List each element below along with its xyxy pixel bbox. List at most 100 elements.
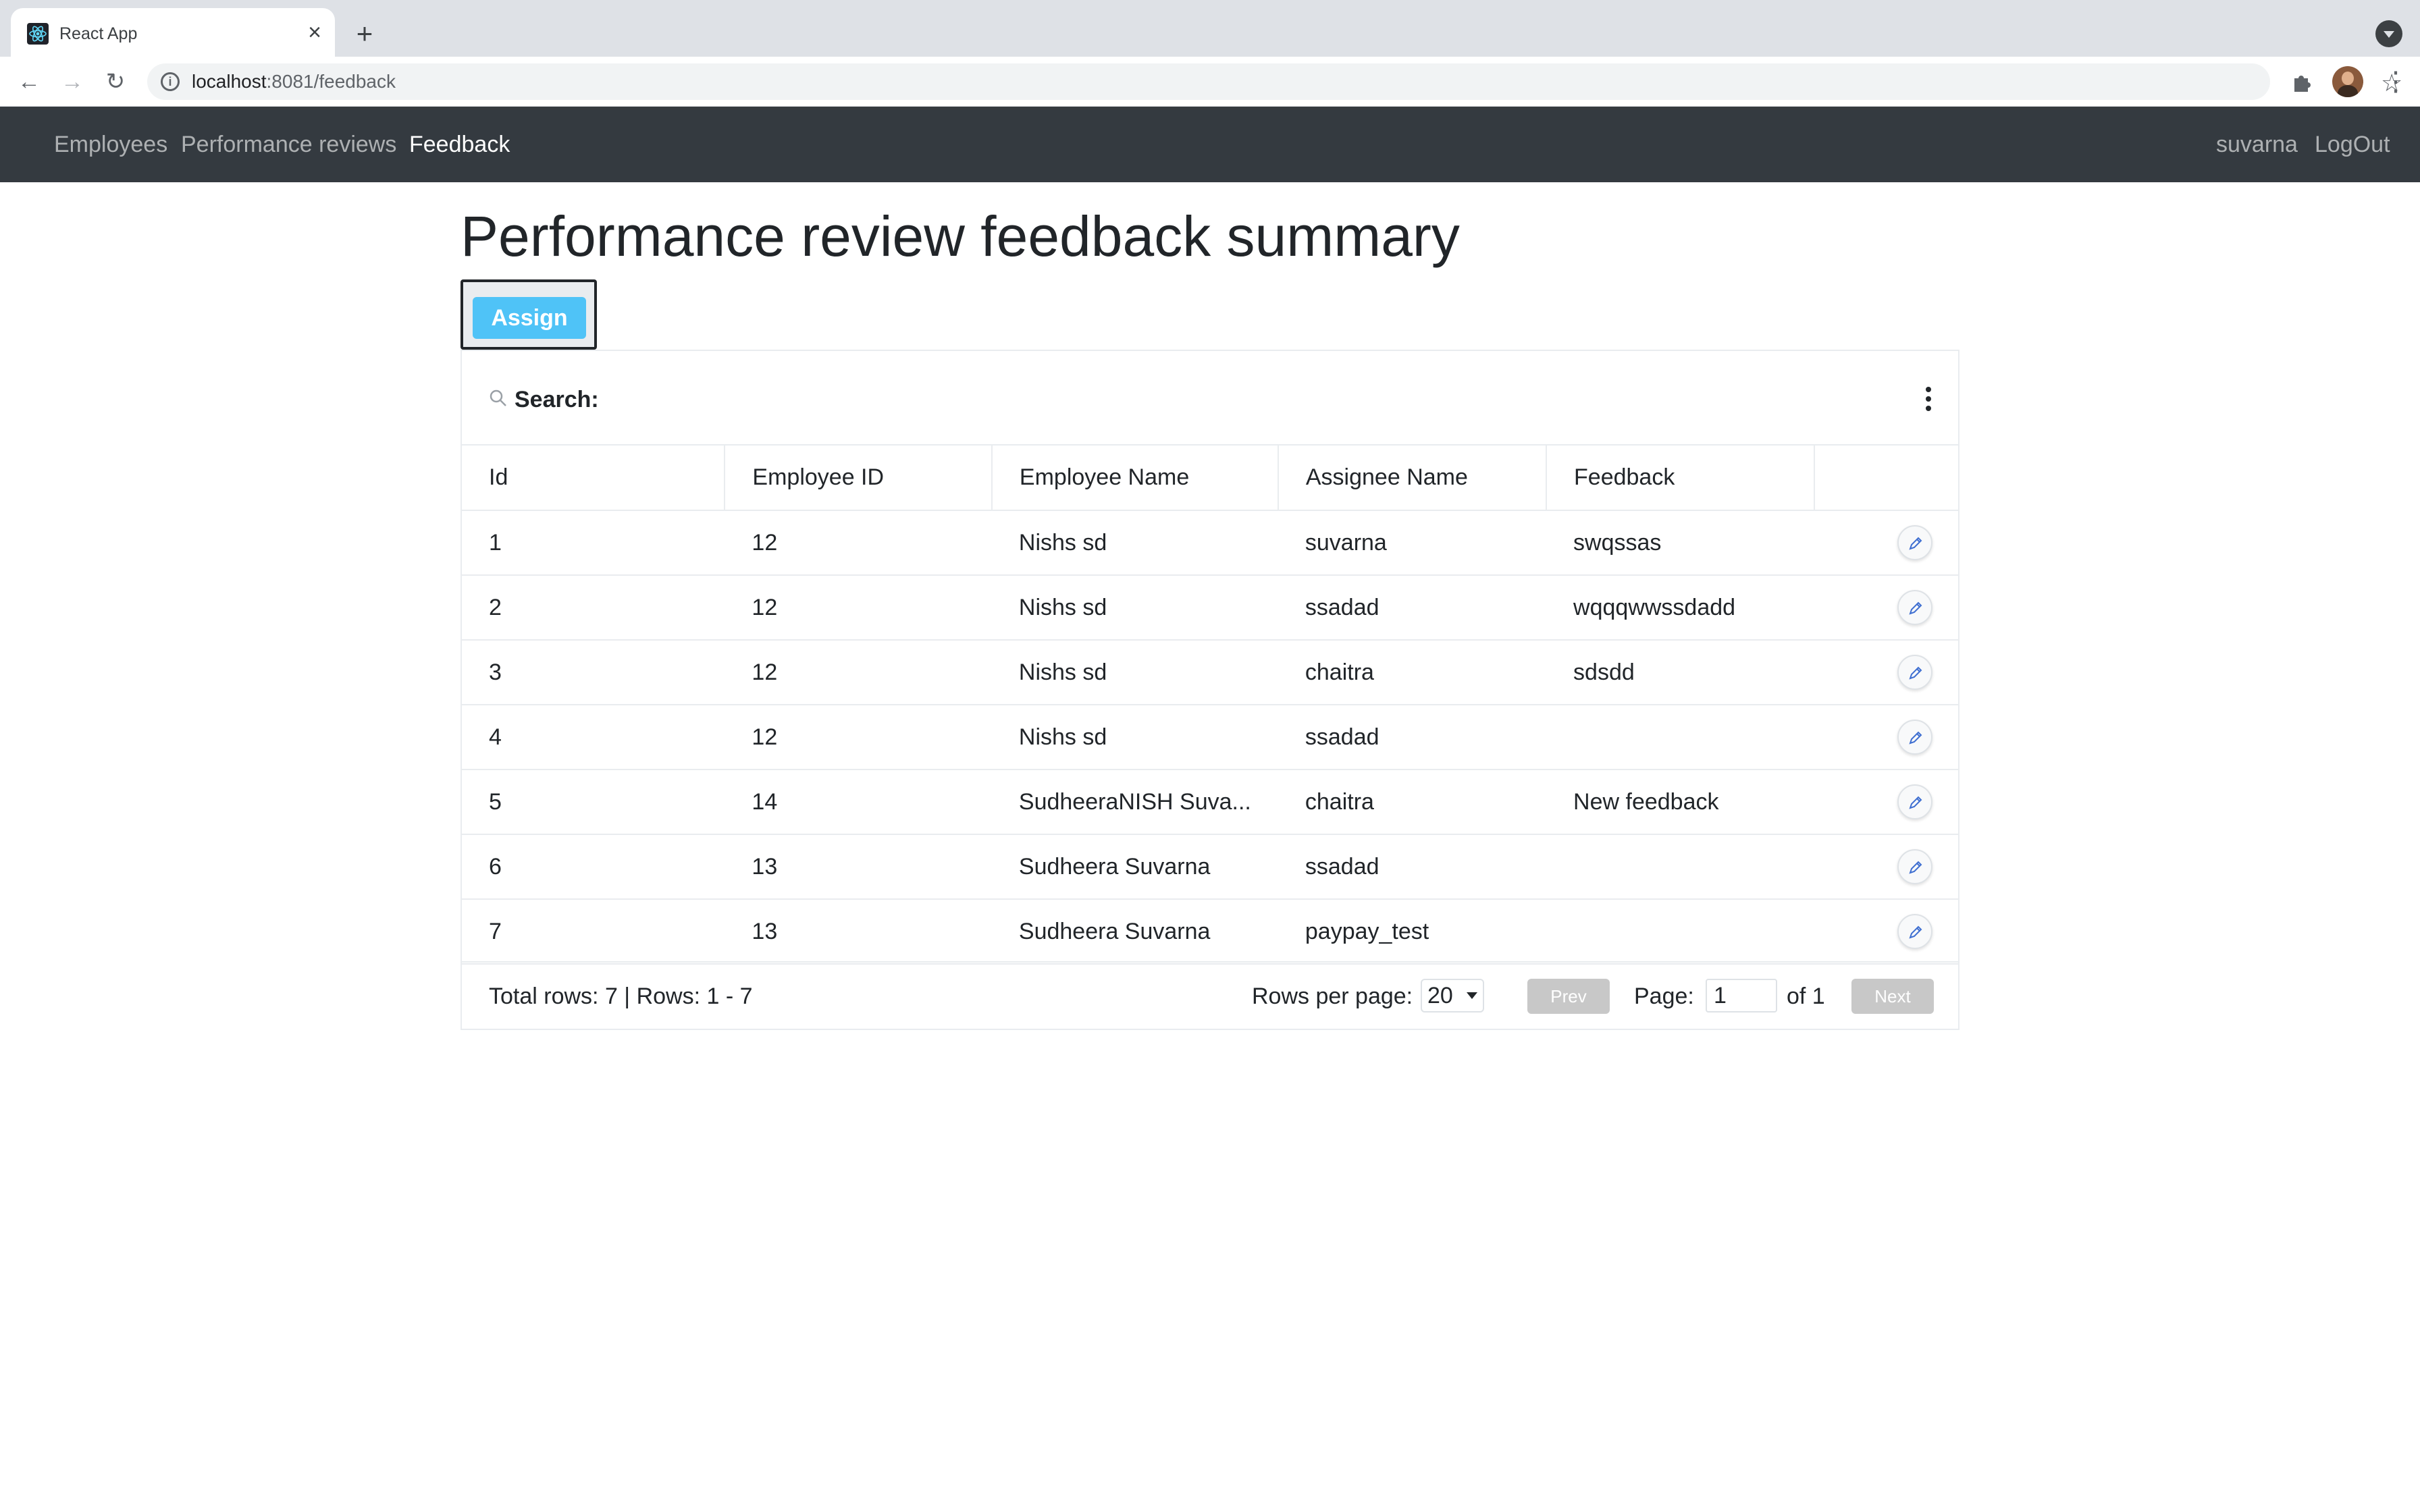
pencil-icon	[1909, 666, 1922, 680]
browser-toolbar: ← → ↻ i localhost:8081/feedback ☆ ⋮	[0, 57, 2420, 107]
edit-button[interactable]	[1897, 590, 1932, 625]
rows-per-page-select[interactable]: 20	[1421, 979, 1484, 1013]
cell-id: 5	[462, 770, 725, 835]
react-logo-icon	[27, 23, 49, 45]
reload-icon[interactable]: ↻	[100, 66, 131, 97]
pencil-icon	[1909, 601, 1922, 615]
page-count-text: of 1	[1787, 983, 1825, 1009]
cell-id: 4	[462, 705, 725, 770]
table-row: 7 13 Sudheera Suvarna paypay_test	[462, 899, 1958, 965]
new-tab-icon[interactable]: +	[348, 19, 381, 49]
url-text: localhost:8081/feedback	[192, 71, 396, 92]
table-row: 2 12 Nishs sd ssadad wqqqwwssdadd	[462, 575, 1958, 641]
pencil-icon	[1909, 925, 1922, 939]
cell-assignee-name: ssadad	[1278, 575, 1547, 641]
cell-feedback: wqqqwwssdadd	[1546, 575, 1815, 641]
cell-employee-name: Nishs sd	[991, 510, 1278, 576]
pencil-icon	[1909, 861, 1922, 874]
feedback-grid: Search: Id Employee ID Employee Name Ass…	[461, 350, 1959, 1030]
cell-id: 1	[462, 510, 725, 576]
cell-id: 3	[462, 640, 725, 705]
cell-actions	[1814, 834, 1958, 900]
cell-employee-name: Sudheera Suvarna	[991, 834, 1278, 900]
next-page-button[interactable]: Next	[1851, 979, 1934, 1014]
cell-actions	[1814, 640, 1958, 705]
extensions-puzzle-icon[interactable]	[2290, 70, 2313, 93]
profile-avatar[interactable]	[2332, 66, 2363, 97]
assign-button-focus-ring: Assign	[461, 279, 597, 350]
search-label[interactable]: Search:	[515, 386, 599, 413]
cell-actions	[1814, 705, 1958, 770]
cell-id: 2	[462, 575, 725, 641]
rows-per-page-label: Rows per page:	[1252, 983, 1413, 1009]
nav-user[interactable]: suvarna	[2216, 130, 2298, 159]
grid-pagination: Total rows: 7 | Rows: 1 - 7 Rows per pag…	[462, 961, 1958, 1030]
close-tab-icon[interactable]: ×	[301, 19, 328, 46]
table-row: 4 12 Nishs sd ssadad	[462, 705, 1958, 770]
site-info-icon[interactable]: i	[161, 72, 180, 91]
column-header-feedback[interactable]: Feedback	[1546, 446, 1816, 511]
edit-button[interactable]	[1897, 849, 1932, 884]
nav-performance-reviews[interactable]: Performance reviews	[181, 130, 396, 159]
pencil-icon	[1909, 796, 1922, 809]
edit-button[interactable]	[1897, 525, 1932, 560]
grid-toolbar: Search:	[462, 351, 1958, 446]
forward-arrow-icon[interactable]: →	[57, 66, 88, 97]
cell-employee-id: 13	[725, 899, 992, 965]
column-menu-icon[interactable]	[1920, 385, 1937, 414]
browser-menu-icon[interactable]: ⋮	[2382, 66, 2409, 97]
table-row: 3 12 Nishs sd chaitra sdsdd	[462, 640, 1958, 705]
cell-actions	[1814, 770, 1958, 835]
cell-employee-name: Nishs sd	[991, 705, 1278, 770]
cell-employee-id: 13	[725, 834, 992, 900]
back-arrow-icon[interactable]: ←	[14, 66, 45, 97]
nav-employees[interactable]: Employees	[54, 130, 167, 159]
table-row: 1 12 Nishs sd suvarna swqssas	[462, 510, 1958, 576]
cell-feedback	[1546, 834, 1815, 900]
cell-assignee-name: paypay_test	[1278, 899, 1547, 965]
cell-employee-id: 12	[725, 705, 992, 770]
feedback-table: Id Employee ID Employee Name Assignee Na…	[462, 446, 1958, 965]
nav-logout[interactable]: LogOut	[2315, 130, 2390, 159]
cell-employee-id: 12	[725, 575, 992, 641]
cell-actions	[1814, 899, 1958, 965]
pencil-icon	[1909, 537, 1922, 550]
cell-assignee-name: chaitra	[1278, 770, 1547, 835]
chevron-down-icon	[1467, 992, 1477, 999]
page-number-input[interactable]: 1	[1706, 979, 1777, 1013]
cell-employee-id: 14	[725, 770, 992, 835]
cell-assignee-name: ssadad	[1278, 834, 1547, 900]
cell-id: 6	[462, 834, 725, 900]
column-header-assignee-name[interactable]: Assignee Name	[1278, 446, 1548, 511]
cell-actions	[1814, 510, 1958, 576]
tab-search-icon[interactable]	[2375, 20, 2402, 47]
app-navbar: Employees Performance reviews Feedback s…	[0, 107, 2420, 182]
address-bar[interactable]: i localhost:8081/feedback ☆	[147, 63, 2402, 100]
cell-feedback: New feedback	[1546, 770, 1815, 835]
cell-employee-name: SudheeraNISH Suva...	[991, 770, 1278, 835]
table-header-row: Id Employee ID Employee Name Assignee Na…	[462, 446, 1958, 511]
nav-feedback[interactable]: Feedback	[409, 130, 510, 159]
edit-button[interactable]	[1897, 914, 1932, 949]
cell-feedback	[1546, 705, 1815, 770]
column-header-id[interactable]: Id	[462, 446, 726, 511]
cell-feedback: sdsdd	[1546, 640, 1815, 705]
cell-employee-id: 12	[725, 510, 992, 576]
browser-tab[interactable]: React App ×	[11, 8, 335, 57]
prev-page-button[interactable]: Prev	[1527, 979, 1610, 1014]
edit-button[interactable]	[1897, 720, 1932, 755]
table-row: 6 13 Sudheera Suvarna ssadad	[462, 834, 1958, 900]
cell-assignee-name: suvarna	[1278, 510, 1547, 576]
edit-button[interactable]	[1897, 784, 1932, 819]
column-header-actions	[1814, 446, 1958, 511]
cell-feedback	[1546, 899, 1815, 965]
column-header-employee-name[interactable]: Employee Name	[991, 446, 1279, 511]
edit-button[interactable]	[1897, 655, 1932, 690]
browser-tabstrip: React App × +	[0, 0, 2420, 57]
assign-button[interactable]: Assign	[473, 297, 586, 339]
cell-actions	[1814, 575, 1958, 641]
cell-assignee-name: chaitra	[1278, 640, 1547, 705]
page-title: Performance review feedback summary	[461, 205, 1460, 268]
table-row: 5 14 SudheeraNISH Suva... chaitra New feedba…	[462, 770, 1958, 835]
column-header-employee-id[interactable]: Employee ID	[725, 446, 993, 511]
